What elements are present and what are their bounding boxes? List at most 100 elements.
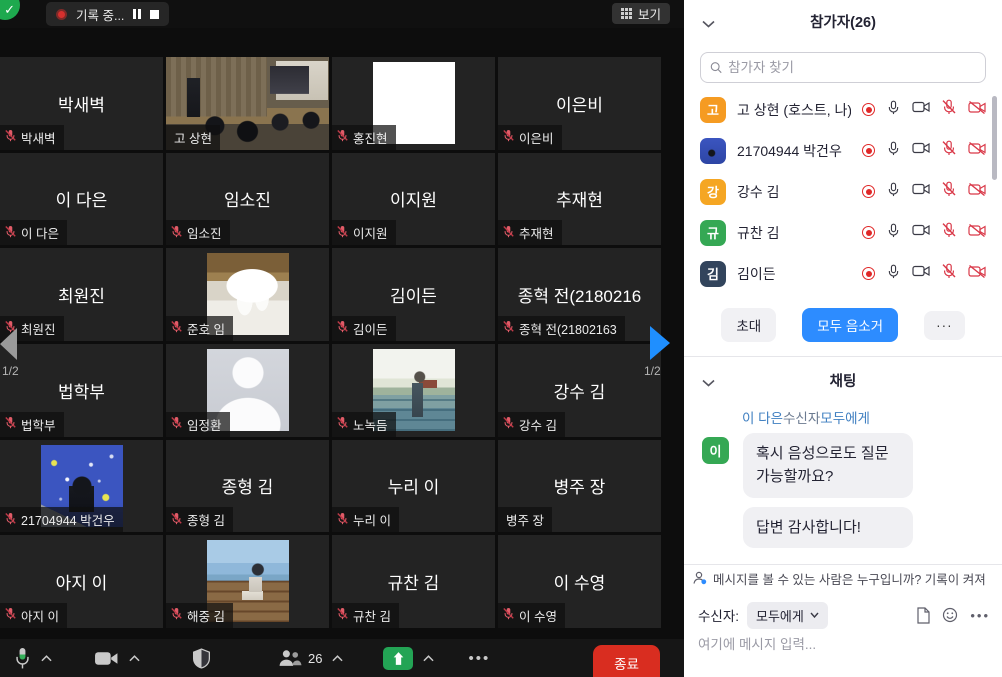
muted-mic-icon [170, 225, 183, 238]
video-tile[interactable]: 해중 김 [166, 535, 329, 628]
muted-mic-icon [170, 512, 183, 525]
video-tile[interactable]: 21704944 박건우 [0, 440, 163, 533]
recording-indicator-icon [862, 144, 875, 157]
chat-composer: 수신자: 모두에게 [684, 592, 1002, 629]
invite-button[interactable]: 초대 [721, 308, 776, 342]
mic-icon [886, 100, 901, 115]
participant-search[interactable] [700, 52, 986, 83]
participant-search-input[interactable] [728, 60, 976, 75]
mute-all-button[interactable]: 모두 음소거 [802, 308, 898, 342]
participants-button[interactable]: 26 [277, 649, 322, 667]
participant-row[interactable]: 김 김이든 [684, 253, 1002, 294]
muted-mic-icon [941, 263, 957, 279]
video-tile[interactable]: 박새벽 박새벽 [0, 57, 163, 150]
avatar [700, 138, 726, 164]
more-options-button[interactable]: ••• [468, 650, 490, 667]
mic-options-chevron[interactable] [41, 655, 52, 662]
collapse-chat-chevron[interactable] [702, 374, 715, 392]
mic-icon [886, 223, 901, 238]
video-tile[interactable]: 종형 김 종형 김 [166, 440, 329, 533]
participant-label-text: 병주 장 [506, 510, 544, 529]
stop-recording-button[interactable] [150, 10, 159, 19]
chat-more-button[interactable]: ••• [970, 608, 990, 623]
chevron-down-icon [810, 612, 819, 618]
participant-label: 이 수영 [498, 603, 565, 628]
chevron-up-icon [423, 655, 434, 662]
page-indicator-right: 1/2 [644, 364, 661, 378]
participant-label: 노녹듬 [332, 412, 396, 437]
pause-recording-button[interactable] [133, 9, 141, 19]
muted-mic-icon [336, 512, 349, 525]
video-tile[interactable]: 병주 장 병주 장 [498, 440, 661, 533]
video-tile[interactable]: 홍진현 [332, 57, 495, 150]
avatar: 고 [700, 97, 726, 123]
pause-icon [133, 9, 141, 19]
meeting-top-bar: ✓ 기록 중... 보기 [0, 0, 684, 28]
next-page-arrow[interactable] [650, 326, 670, 360]
participants-options-chevron[interactable] [332, 655, 343, 662]
avatar: 규 [700, 220, 726, 246]
muted-mic-icon [336, 607, 349, 620]
video-tile[interactable]: 이은비 이은비 [498, 57, 661, 150]
recording-indicator-icon [862, 103, 875, 116]
video-tile[interactable]: 이 수영 이 수영 [498, 535, 661, 628]
muted-mic-icon [4, 416, 17, 429]
video-tile[interactable]: 종혁 전(2180216 종혁 전(21802163 [498, 248, 661, 341]
share-options-chevron[interactable] [423, 655, 434, 662]
video-tile[interactable]: 강수 김 강수 김 [498, 344, 661, 437]
video-tile[interactable]: 노녹듬 [332, 344, 495, 437]
video-tile[interactable]: 규찬 김 규찬 김 [332, 535, 495, 628]
participant-label-text: 누리 이 [353, 510, 391, 529]
video-button[interactable] [94, 650, 119, 667]
participant-label-text: 고 상현 [174, 128, 212, 147]
participant-label-text: 강수 김 [519, 415, 557, 434]
attach-file-button[interactable] [916, 607, 930, 624]
video-tile[interactable]: 최원진 최원진 [0, 248, 163, 341]
participant-label: 홍진현 [332, 125, 396, 150]
participant-row[interactable]: 강 강수 김 [684, 171, 1002, 212]
video-tile[interactable]: 고 상현 [166, 57, 329, 150]
chat-privacy-notice[interactable]: 메시지를 볼 수 있는 사람은 누구입니까? 기록이 켜져 [684, 564, 1002, 592]
security-button[interactable] [192, 648, 211, 669]
video-options-chevron[interactable] [129, 655, 140, 662]
participant-row[interactable]: 규 규찬 김 [684, 212, 1002, 253]
mute-button[interactable] [14, 647, 31, 670]
participant-label-text: 이은비 [519, 128, 554, 147]
video-tile[interactable]: 임소진 임소진 [166, 153, 329, 246]
encryption-shield-icon: ✓ [0, 0, 20, 20]
video-tile[interactable]: 준호 임 [166, 248, 329, 341]
participant-label-text: 규찬 김 [353, 606, 391, 625]
muted-mic-icon [941, 181, 957, 197]
video-tile[interactable]: 이지원 이지원 [332, 153, 495, 246]
chat-message-input[interactable] [698, 637, 978, 652]
participant-label-text: 추재현 [519, 223, 554, 242]
participants-scrollbar[interactable] [992, 96, 997, 180]
participant-label-text: 김이든 [353, 319, 388, 338]
video-tile[interactable]: 임정환 [166, 344, 329, 437]
chat-sender-name: 이 다은 [742, 411, 783, 426]
participant-label-text: 준호 임 [187, 319, 225, 338]
participant-row[interactable]: 고 고 상현 (호스트, 나) [684, 89, 1002, 130]
recording-indicator-icon [862, 226, 875, 239]
previous-page-arrow[interactable] [0, 328, 17, 360]
recipient-dropdown[interactable]: 모두에게 [747, 602, 828, 629]
video-tile[interactable]: 이 다은 이 다은 [0, 153, 163, 246]
emoji-button[interactable] [942, 607, 958, 623]
video-tile[interactable]: 추재현 추재현 [498, 153, 661, 246]
participants-section: 참가자(26) 고 고 상현 (호스트, 나) [684, 6, 1002, 357]
participant-row[interactable]: 21704944 박건우 [684, 130, 1002, 171]
participant-name: 강수 김 [737, 182, 851, 202]
end-meeting-button[interactable]: 종료 [593, 645, 660, 677]
share-screen-button[interactable] [383, 647, 413, 670]
video-tile[interactable]: 누리 이 누리 이 [332, 440, 495, 533]
muted-mic-icon [502, 129, 515, 142]
video-tile[interactable]: 법학부 법학부 [0, 344, 163, 437]
video-tile[interactable]: 김이든 김이든 [332, 248, 495, 341]
video-tile[interactable]: 아지 이 아지 이 [0, 535, 163, 628]
participants-more-button[interactable]: ··· [924, 311, 965, 340]
collapse-participants-chevron[interactable] [702, 15, 715, 33]
muted-mic-icon [4, 225, 17, 238]
participant-name: 규찬 김 [737, 223, 851, 243]
participant-label: 아지 이 [0, 603, 67, 628]
view-button[interactable]: 보기 [612, 3, 670, 24]
